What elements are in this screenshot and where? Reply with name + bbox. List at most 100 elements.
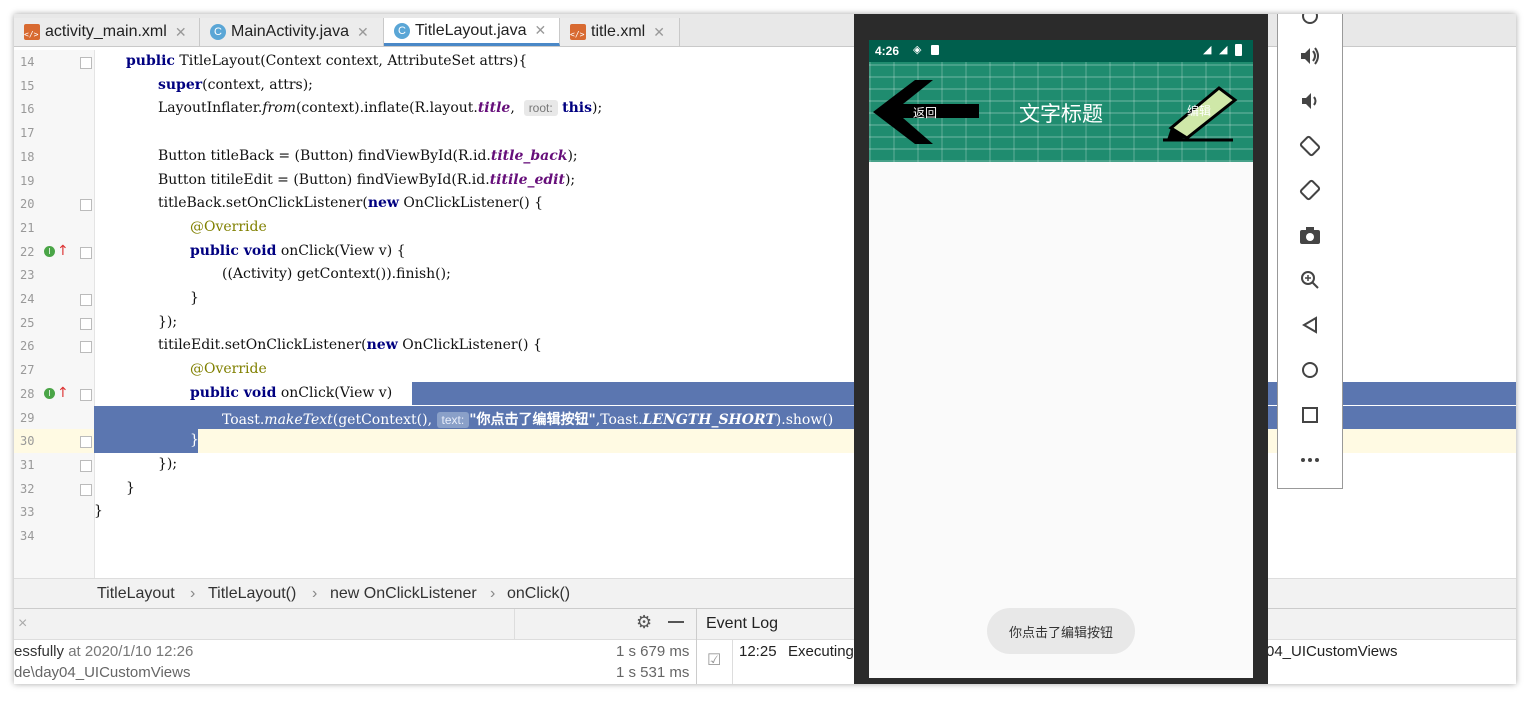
event-log-title[interactable]: Event Log xyxy=(706,615,778,633)
rotate-left-icon[interactable] xyxy=(1298,134,1322,158)
implements-marker-icon[interactable]: I xyxy=(44,387,55,399)
line-number: 26 xyxy=(20,339,35,354)
device-screen[interactable]: 4:26 ◈ ◢ ◢ 返回 文字标题 编辑 你点击了编辑按钮 xyxy=(869,40,1253,678)
overview-icon[interactable] xyxy=(1298,403,1322,427)
code-token: public void xyxy=(190,242,277,259)
close-tab-icon[interactable]: ✕ xyxy=(653,24,665,41)
close-tab-icon[interactable]: ✕ xyxy=(175,24,187,41)
code-token: LayoutInflater. xyxy=(158,100,263,117)
code-token: (getContext(), xyxy=(332,411,437,428)
breadcrumb-item[interactable]: TitleLayout() xyxy=(208,585,296,603)
line-number: 29 xyxy=(20,410,35,425)
code-token: OnClickListener() { xyxy=(398,195,544,212)
back-icon[interactable] xyxy=(1298,313,1322,337)
code-token: ((Activity) getContext()).finish(); xyxy=(222,266,451,283)
line-number: 14 xyxy=(20,55,35,69)
tab-label: activity_main.xml xyxy=(45,23,167,40)
breadcrumb-item[interactable]: TitleLayout xyxy=(97,585,175,603)
breadcrumb-item[interactable]: new OnClickListener xyxy=(330,585,477,603)
code-token: ).show() xyxy=(775,411,834,428)
line-number: 21 xyxy=(20,220,35,235)
line-number: 23 xyxy=(20,268,35,283)
mark-read-icon[interactable]: ☑ xyxy=(707,650,721,670)
code-line: 34 xyxy=(14,524,1516,548)
code-token: Button titileEdit = (Button) findViewByI… xyxy=(158,171,490,188)
ide-window: activity_main.xml ✕ C MainActivity.java … xyxy=(14,14,1516,684)
code-token: }); xyxy=(158,455,178,472)
code-token: public xyxy=(126,53,175,69)
fold-marker-icon[interactable] xyxy=(80,317,92,330)
title-edit-button[interactable]: 编辑 xyxy=(1163,78,1243,144)
breadcrumb-item[interactable]: onClick() xyxy=(507,585,570,603)
fold-marker-icon[interactable] xyxy=(80,388,92,401)
code-token: ); xyxy=(592,100,603,117)
chevron-right-icon: › xyxy=(490,585,496,602)
chevron-right-icon: › xyxy=(190,585,196,602)
code-token: new xyxy=(366,337,398,354)
breadcrumb: TitleLayout › TitleLayout() › new OnClic… xyxy=(14,578,1516,609)
build-timestamp: at 2020/1/10 12:26 xyxy=(68,643,194,660)
code-token: onClick(View v) { xyxy=(276,242,406,259)
code-token: new xyxy=(367,195,399,212)
volume-up-icon[interactable] xyxy=(1298,44,1322,68)
zoom-icon[interactable] xyxy=(1298,268,1322,292)
code-token: Toast. xyxy=(222,411,265,428)
camera-icon[interactable] xyxy=(1298,223,1322,247)
fold-marker-icon[interactable] xyxy=(80,459,92,472)
code-token: { xyxy=(396,384,406,401)
line-number: 28 xyxy=(20,386,35,401)
fold-marker-icon[interactable] xyxy=(80,246,92,259)
implements-marker-icon[interactable]: I xyxy=(44,245,55,257)
tab-label: title.xml xyxy=(591,23,646,40)
code-token: OnClickListener() { xyxy=(397,337,542,354)
volume-down-icon[interactable] xyxy=(1298,89,1322,113)
line-number: 20 xyxy=(20,197,35,212)
edit-button-label: 编辑 xyxy=(1187,104,1212,118)
line-number: 22 xyxy=(20,244,35,259)
battery-icon xyxy=(1235,44,1242,56)
tab-titlelayout-java[interactable]: C TitleLayout.java ✕ xyxy=(384,18,560,46)
close-tab-icon[interactable]: ✕ xyxy=(534,22,546,39)
parameter-hint: text: xyxy=(436,411,470,428)
fold-marker-icon[interactable] xyxy=(80,199,92,212)
build-duration: 1 s 679 ms xyxy=(616,643,690,660)
power-icon[interactable] xyxy=(1298,14,1322,28)
code-token: } xyxy=(190,432,199,449)
fold-marker-icon[interactable] xyxy=(80,57,92,69)
tab-title-xml[interactable]: title.xml ✕ xyxy=(560,18,680,46)
fold-marker-icon[interactable] xyxy=(80,436,92,449)
code-token: } xyxy=(94,503,103,520)
close-icon[interactable]: × xyxy=(18,615,27,633)
line-number: 32 xyxy=(20,481,35,496)
rotate-right-icon[interactable] xyxy=(1298,178,1322,202)
override-up-arrow-icon[interactable]: ↑ xyxy=(57,385,69,401)
class-file-icon: C xyxy=(210,24,226,40)
close-tab-icon[interactable]: ✕ xyxy=(357,24,369,41)
fold-marker-icon[interactable] xyxy=(80,294,92,306)
line-number: 30 xyxy=(20,434,35,449)
line-number: 27 xyxy=(20,363,35,378)
more-icon[interactable] xyxy=(1298,448,1322,472)
tab-mainactivity-java[interactable]: C MainActivity.java ✕ xyxy=(200,18,384,46)
override-up-arrow-icon[interactable]: ↑ xyxy=(57,243,69,259)
line-number: 25 xyxy=(20,315,35,330)
fold-marker-icon[interactable] xyxy=(80,483,92,496)
code-token: titleBack.setOnClickListener( xyxy=(158,195,368,212)
line-number: 17 xyxy=(20,126,35,141)
code-token: }); xyxy=(158,313,178,330)
text-selection xyxy=(94,429,198,453)
code-token: LENGTH_SHORT xyxy=(642,411,776,428)
cell-signal-icon: ◢ xyxy=(1219,44,1228,56)
home-icon[interactable] xyxy=(1298,358,1322,382)
gear-icon[interactable]: ⚙ xyxy=(636,612,652,633)
fold-marker-icon[interactable] xyxy=(80,341,92,354)
tab-activity-main-xml[interactable]: activity_main.xml ✕ xyxy=(14,18,200,46)
code-token: @Override xyxy=(190,361,267,378)
code-token: this xyxy=(562,100,593,117)
code-token: makeText xyxy=(264,411,333,428)
code-token: ); xyxy=(567,147,578,164)
code-token: title xyxy=(477,100,511,117)
event-message-tail: 04_UICustomViews xyxy=(1266,643,1398,660)
tool-windows: × ⚙ essfully at 2020/1/10 12:26 1 s 679 … xyxy=(14,608,1516,684)
minimize-icon[interactable] xyxy=(668,621,684,623)
